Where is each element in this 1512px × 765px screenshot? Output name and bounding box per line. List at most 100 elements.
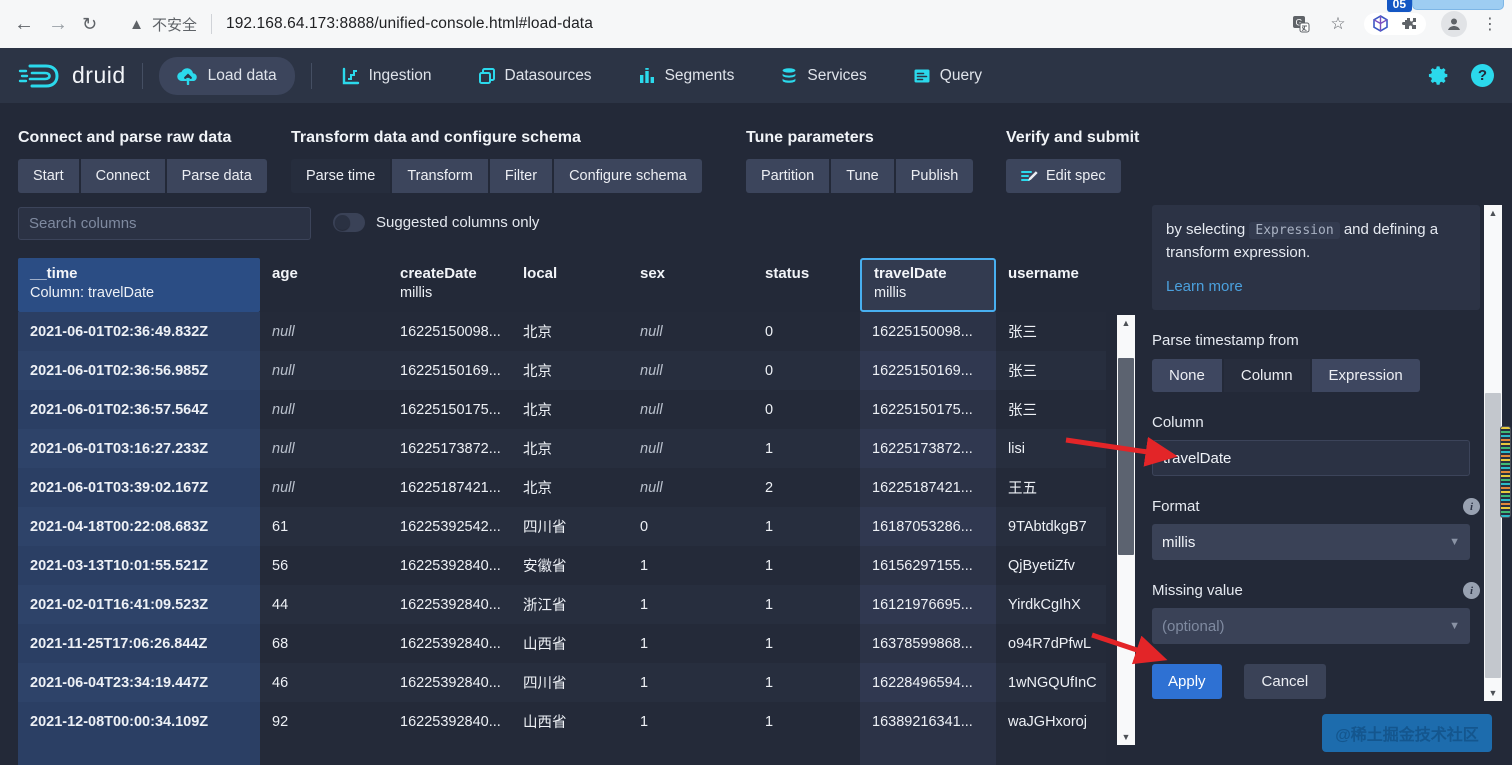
url-text[interactable]: 192.168.64.173:8888/unified-console.html… [226,15,593,33]
expression-code-chip: Expression [1249,222,1340,239]
cell-local: 山西省 [511,702,628,741]
cell-username: 张三 [996,351,1106,390]
column-name: status [765,265,810,282]
step-button-label: Edit spec [1046,168,1106,184]
cell [388,741,511,765]
cell-age: 56 [260,546,388,585]
scroll-down-icon[interactable]: ▼ [1484,685,1502,701]
browser-menu-icon[interactable]: ⋮ [1482,16,1498,32]
column-value-input[interactable] [1152,440,1470,476]
cell-local: 四川省 [511,663,628,702]
parse-from-segmented: None Column Expression [1152,359,1480,392]
column-header-local[interactable]: local [511,258,628,312]
step-button-filter[interactable]: Filter [489,159,553,193]
cell-username: YirdkCgIhX [996,585,1106,624]
cell-sex: 0 [628,507,753,546]
translate-icon[interactable]: G [1290,13,1312,35]
cell-username: 张三 [996,390,1106,429]
cell-local: 北京 [511,468,628,507]
cell [860,741,996,765]
datasources-icon [478,67,496,85]
druid-brand[interactable]: druid [18,61,126,91]
column-header-sex[interactable]: sex [628,258,753,312]
puzzle-icon[interactable] [1401,16,1418,33]
warning-icon: ▲ [129,15,144,33]
nav-item-label: Services [807,66,867,84]
panel-scrollbar-thumb[interactable] [1485,393,1501,678]
column-header-status[interactable]: status [753,258,860,312]
format-select[interactable]: millis ▼ [1152,524,1470,560]
column-header-time[interactable]: __time Column: travelDate [18,258,260,312]
step-button-start[interactable]: Start [18,159,79,193]
step-button-connect[interactable]: Connect [80,159,165,193]
nav-item-services[interactable]: Services [766,58,880,94]
step-button-parse-data[interactable]: Parse data [166,159,267,193]
step-button-partition[interactable]: Partition [746,159,830,193]
table-scrollbar-thumb[interactable] [1118,358,1134,555]
description-card: by selecting Expression and defining a t… [1152,205,1480,310]
search-columns-input[interactable] [18,207,311,240]
nav-item-ingestion[interactable]: Ingestion [328,58,446,94]
table-row: 2021-06-01T02:36:57.564Z null 1622515017… [18,390,1106,429]
scroll-down-icon[interactable]: ▼ [1117,729,1135,745]
forward-icon[interactable]: → [48,13,68,36]
cell-sex: 1 [628,546,753,585]
cell-status: 1 [753,663,860,702]
step-button-parse-time[interactable]: Parse time [291,159,391,193]
parse-option-column[interactable]: Column [1223,359,1310,392]
table-scrollbar[interactable]: ▲ ▼ [1117,315,1135,745]
cell-createdate: 16225392840... [388,546,511,585]
parse-option-none[interactable]: None [1152,359,1222,392]
nav-item-segments[interactable]: Segments [624,58,749,94]
column-header-username[interactable]: username [996,258,1106,312]
format-info-icon[interactable]: i [1463,498,1480,515]
cell-traveldate: 16225150175... [860,390,996,429]
toggle-knob [335,215,350,230]
missing-info-icon[interactable]: i [1463,582,1480,599]
nav-item-load-data[interactable]: Load data [158,56,295,95]
table-header: __time Column: travelDate age createDate… [18,258,1106,312]
settings-gear-icon[interactable] [1427,64,1451,88]
cell-sex: null [628,351,753,390]
missing-value-label: Missing value i [1152,582,1480,599]
cancel-button[interactable]: Cancel [1243,664,1327,699]
extension-scroll-marker [1500,426,1511,518]
step-group-tune: Tune parameters Partition Tune Publish [746,103,974,193]
nav-item-label: Segments [664,66,735,84]
column-header-createdate[interactable]: createDate millis [388,258,511,312]
step-button-tune[interactable]: Tune [831,159,894,193]
back-icon[interactable]: ← [14,13,34,36]
step-button-publish[interactable]: Publish [895,159,974,193]
cell-createdate: 16225392840... [388,585,511,624]
extension-cube-icon[interactable] [1372,15,1389,33]
missing-label-text: Missing value [1152,582,1243,599]
cell-username: 张三 [996,312,1106,351]
column-name: sex [640,265,666,282]
help-icon[interactable]: ? [1471,64,1494,87]
step-button-edit-spec[interactable]: Edit spec [1006,159,1121,193]
scroll-up-icon[interactable]: ▲ [1117,315,1135,331]
bookmark-star-icon[interactable]: ☆ [1327,13,1349,35]
parse-option-expression[interactable]: Expression [1311,359,1420,392]
apply-button[interactable]: Apply [1152,664,1222,699]
profile-avatar[interactable] [1441,11,1467,37]
reload-icon[interactable]: ↻ [82,14,97,35]
suggested-columns-label: Suggested columns only [376,214,540,231]
column-name: local [523,265,558,282]
security-chip[interactable]: ▲ 不安全 [129,14,197,35]
cell-traveldate: 16225150169... [860,351,996,390]
nav-item-label: Datasources [504,66,592,84]
column-header-traveldate[interactable]: travelDate millis [860,258,996,312]
scroll-up-icon[interactable]: ▲ [1484,205,1502,221]
nav-item-datasources[interactable]: Datasources [464,58,606,94]
step-button-transform[interactable]: Transform [392,159,488,193]
learn-more-link[interactable]: Learn more [1166,275,1243,298]
suggested-columns-toggle[interactable] [333,213,365,232]
cell-traveldate: 16225173872... [860,429,996,468]
column-header-age[interactable]: age [260,258,388,312]
missing-value-select[interactable]: (optional) ▼ [1152,608,1470,644]
watermark-badge: @稀土掘金技术社区 [1322,714,1492,752]
nav-item-query[interactable]: Query [899,58,996,94]
step-group-title: Tune parameters [746,129,874,146]
step-button-configure-schema[interactable]: Configure schema [554,159,702,193]
